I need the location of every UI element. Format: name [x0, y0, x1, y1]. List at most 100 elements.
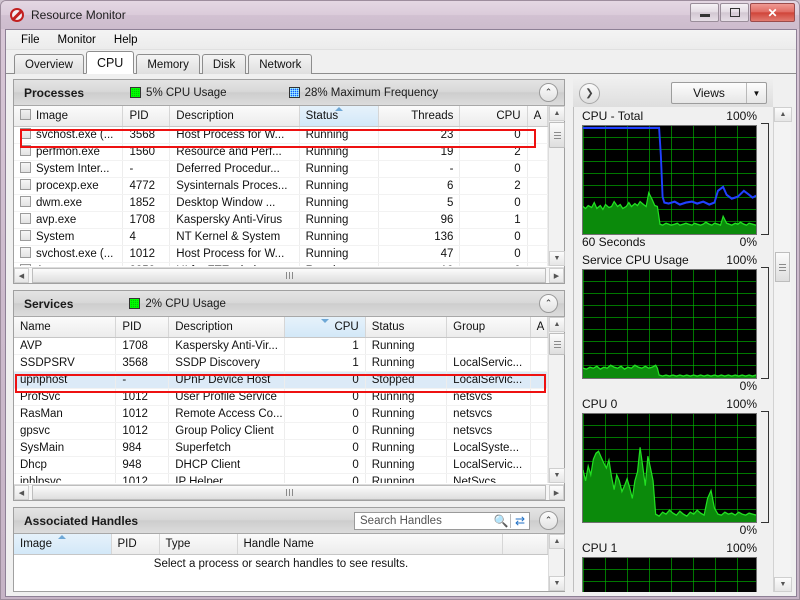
scroll-thumb[interactable]: [549, 333, 565, 355]
services-header[interactable]: Services 2% CPU Usage ⌃: [14, 291, 564, 317]
scroll-thumb[interactable]: [775, 252, 790, 282]
title-bar[interactable]: Resource Monitor ✕: [1, 1, 799, 29]
row-checkbox[interactable]: [20, 264, 31, 266]
col-status[interactable]: Status: [299, 106, 379, 127]
row-checkbox[interactable]: [20, 247, 31, 258]
chevron-down-icon[interactable]: ▼: [746, 83, 766, 103]
row-checkbox[interactable]: [20, 179, 31, 190]
scroll-down-icon[interactable]: ▼: [549, 468, 565, 483]
tab-strip: Overview CPU Memory Disk Network: [6, 50, 796, 74]
tab-memory[interactable]: Memory: [136, 54, 200, 74]
scroll-left-icon[interactable]: ◀: [14, 268, 29, 283]
col-pid[interactable]: PID: [111, 534, 160, 555]
tab-disk[interactable]: Disk: [201, 54, 247, 74]
row-checkbox[interactable]: [20, 213, 31, 224]
table-row[interactable]: svchost.exe (... 3568 Host Process for W..…: [14, 126, 548, 144]
processes-collapse-icon[interactable]: ⌃: [539, 83, 558, 102]
processes-vscrollbar[interactable]: ▲ ▼: [548, 106, 565, 266]
hscroll-track[interactable]: [29, 485, 549, 500]
menu-file[interactable]: File: [12, 32, 49, 48]
table-row[interactable]: RasMan 1012 Remote Access Co... 0 Running net…: [14, 405, 548, 423]
table-row[interactable]: System Inter... - Deferred Procedur... Runn…: [14, 160, 548, 178]
menu-help[interactable]: Help: [105, 32, 147, 48]
hscroll-thumb[interactable]: [32, 268, 546, 283]
graph-max: 100%: [726, 109, 757, 123]
table-row[interactable]: Dhcp 948 DHCP Client 0 Running LocalServic...: [14, 456, 548, 474]
table-row[interactable]: AVP 1708 Kaspersky Anti-Vir... 1 Running: [14, 337, 548, 355]
processes-header[interactable]: Processes 5% CPU Usage 28% Maximum Frequ…: [14, 80, 564, 106]
handles-vscrollbar[interactable]: ▲ ▼: [548, 534, 565, 591]
col-pid[interactable]: PID: [122, 106, 171, 127]
processes-hscrollbar[interactable]: ◀ ▶: [14, 267, 564, 283]
services-vscrollbar[interactable]: ▲ ▼: [548, 317, 565, 483]
magnifier-icon[interactable]: 🔍: [492, 514, 510, 528]
table-row[interactable]: iphlpsvc 1012 IP Helper 0 Running NetSvcs: [14, 473, 548, 483]
hscroll-track[interactable]: [29, 268, 549, 283]
table-row[interactable]: App.exe2852UI for ZTE wirelessRunning100: [14, 262, 548, 266]
handles-header[interactable]: Associated Handles Search Handles 🔍 ⇄ ⌃: [14, 508, 564, 534]
cell-image: dwm.exe: [14, 194, 124, 212]
row-checkbox[interactable]: [20, 128, 31, 139]
row-checkbox[interactable]: [20, 196, 31, 207]
table-row[interactable]: procexp.exe 4772 Sysinternals Proces... Run…: [14, 177, 548, 195]
row-checkbox[interactable]: [20, 230, 31, 241]
expand-panel-icon[interactable]: ❯: [579, 82, 600, 104]
scroll-up-icon[interactable]: ▲: [549, 534, 565, 549]
table-row[interactable]: SysMain 984 Superfetch 0 Running LocalSyste..…: [14, 439, 548, 457]
col-cpu[interactable]: CPU: [459, 106, 528, 127]
table-row[interactable]: SSDPSRV 3568 SSDP Discovery 1 Running LocalSe…: [14, 354, 548, 372]
tab-cpu[interactable]: CPU: [85, 51, 135, 74]
scroll-up-icon[interactable]: ▲: [549, 317, 565, 332]
table-row[interactable]: svchost.exe (... 1012 Host Process for W..…: [14, 245, 548, 263]
scroll-up-icon[interactable]: ▲: [549, 106, 565, 121]
col-group[interactable]: Group: [446, 317, 531, 338]
col-avg-cpu[interactable]: A: [527, 106, 548, 127]
col-pid[interactable]: PID: [115, 317, 170, 338]
scroll-down-icon[interactable]: ▼: [774, 577, 792, 592]
tab-overview[interactable]: Overview: [14, 54, 84, 74]
scroll-thumb[interactable]: [549, 122, 565, 148]
handles-collapse-icon[interactable]: ⌃: [539, 511, 558, 530]
table-row[interactable]: avp.exe 1708 Kaspersky Anti-Virus Running 96…: [14, 211, 548, 229]
refresh-arrows-icon[interactable]: ⇄: [511, 514, 529, 528]
col-type[interactable]: Type: [159, 534, 238, 555]
col-cpu[interactable]: CPU: [284, 317, 366, 338]
col-threads[interactable]: Threads: [378, 106, 461, 127]
services-collapse-icon[interactable]: ⌃: [539, 294, 558, 313]
scroll-down-icon[interactable]: ▼: [549, 576, 565, 591]
table-row[interactable]: upnphost - UPnP Device Host 0 Stopped LocalSe…: [14, 371, 548, 389]
minimize-button[interactable]: [690, 3, 719, 22]
hscroll-thumb[interactable]: [32, 485, 546, 500]
col-handle-name[interactable]: Handle Name: [237, 534, 503, 555]
scroll-down-icon[interactable]: ▼: [549, 251, 565, 266]
scroll-right-icon[interactable]: ▶: [549, 268, 564, 283]
scroll-up-icon[interactable]: ▲: [774, 107, 792, 122]
maximize-button[interactable]: [720, 3, 749, 22]
col-name[interactable]: Name: [14, 317, 117, 338]
row-checkbox[interactable]: [20, 145, 31, 156]
table-row[interactable]: gpsvc 1012 Group Policy Client 0 Running nets…: [14, 422, 548, 440]
search-handles-box[interactable]: Search Handles 🔍 ⇄: [354, 512, 530, 530]
search-input[interactable]: Search Handles: [360, 515, 492, 527]
views-button[interactable]: Views ▼: [671, 82, 767, 104]
menu-monitor[interactable]: Monitor: [49, 32, 105, 48]
services-hscrollbar[interactable]: ◀ ▶: [14, 484, 564, 500]
close-button[interactable]: ✕: [750, 3, 795, 22]
table-row[interactable]: dwm.exe 1852 Desktop Window ... Running 5 0: [14, 194, 548, 212]
row-checkbox[interactable]: [20, 162, 31, 173]
col-image[interactable]: Image: [14, 106, 124, 127]
graph-panel-scrollbar[interactable]: ▲ ▼: [773, 107, 792, 592]
col-image[interactable]: Image: [14, 534, 112, 555]
col-status[interactable]: Status: [365, 317, 448, 338]
col-description[interactable]: Description: [168, 317, 286, 338]
col-description[interactable]: Description: [169, 106, 300, 127]
scroll-right-icon[interactable]: ▶: [549, 485, 564, 500]
table-row[interactable]: System 4 NT Kernel & System Running 136 0: [14, 228, 548, 246]
tab-network[interactable]: Network: [248, 54, 313, 74]
plot-lines: [583, 447, 756, 522]
scroll-left-icon[interactable]: ◀: [14, 485, 29, 500]
select-all-checkbox[interactable]: [20, 109, 31, 121]
table-row[interactable]: ProfSvc 1012 User Profile Service 0 Running n…: [14, 388, 548, 406]
table-row[interactable]: perfmon.exe 1560 Resource and Perf... Runni…: [14, 143, 548, 161]
col-avg-cpu[interactable]: A: [530, 317, 548, 338]
